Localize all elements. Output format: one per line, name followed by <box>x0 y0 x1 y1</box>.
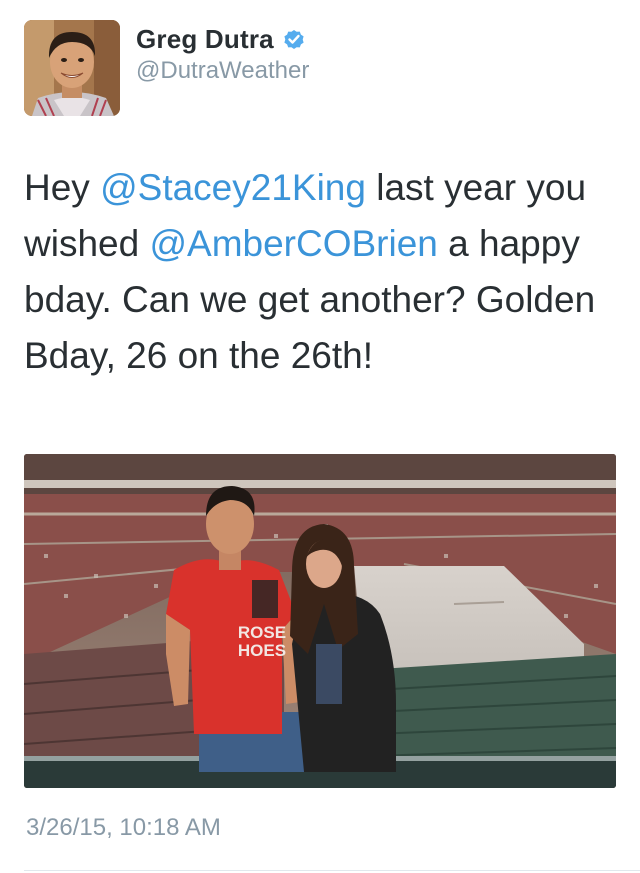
avatar-photo <box>24 20 120 116</box>
divider <box>24 870 640 871</box>
verified-badge-icon <box>282 27 306 51</box>
author-display-name[interactable]: Greg Dutra <box>136 24 274 55</box>
photo-arena-couple: ROSE HOES <box>24 454 616 788</box>
mention-link[interactable]: @Stacey21King <box>100 167 366 208</box>
tweet-text: Hey @Stacey21King last year you wished @… <box>24 160 614 384</box>
shirt-text-line1: ROSE <box>238 623 286 642</box>
tweet-detail: Greg Dutra @DutraWeather Hey @Stacey21Ki… <box>0 0 640 873</box>
tweet-timestamp[interactable]: 3/26/15, 10:18 AM <box>26 814 221 842</box>
author-handle[interactable]: @DutraWeather <box>136 57 309 85</box>
mention-link[interactable]: @AmberCOBrien <box>149 223 437 264</box>
author-name-row[interactable]: Greg Dutra <box>136 22 306 56</box>
tweet-photo[interactable]: ROSE HOES <box>24 454 616 788</box>
tweet-text-segment: Hey <box>24 167 101 208</box>
shirt-text-line2: HOES <box>238 641 286 660</box>
author-avatar[interactable] <box>24 20 120 116</box>
